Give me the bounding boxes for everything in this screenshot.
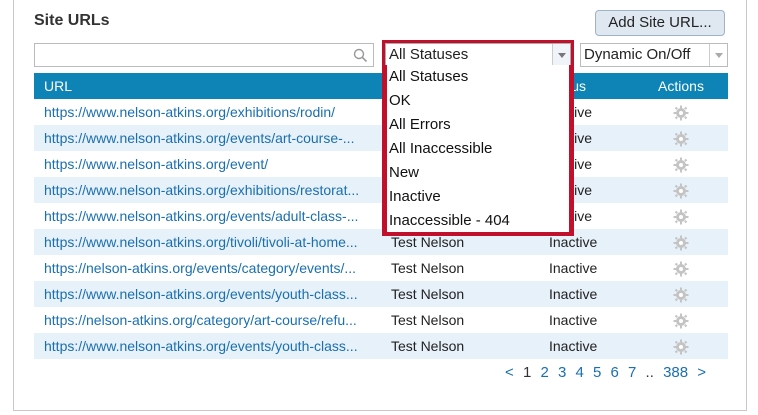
table-row: https://www.nelson-atkins.org/events/you… bbox=[34, 281, 728, 307]
status-cell: Inactive bbox=[549, 338, 598, 354]
owner-cell: Test Nelson bbox=[391, 260, 465, 276]
last-page-link[interactable]: 388 bbox=[663, 364, 688, 381]
table-row: https://www.nelson-atkins.org/events/art… bbox=[34, 125, 728, 151]
actions-cell bbox=[634, 99, 728, 125]
actions-cell bbox=[634, 307, 728, 333]
add-site-url-button[interactable]: Add Site URL... bbox=[595, 10, 725, 36]
status-cell: Inactive bbox=[549, 312, 598, 328]
page-link[interactable]: 4 bbox=[575, 364, 583, 381]
pagination: < 1 2 3 4 5 6 7 .. 388 > bbox=[505, 364, 711, 381]
chevron-down-icon[interactable] bbox=[709, 44, 727, 66]
gear-icon[interactable] bbox=[673, 131, 689, 147]
status-option[interactable]: All Inaccessible bbox=[387, 137, 569, 161]
owner-cell: Test Nelson bbox=[391, 312, 465, 328]
status-filter-select[interactable]: All Statuses bbox=[385, 43, 571, 67]
url-link[interactable]: https://www.nelson-atkins.org/events/art… bbox=[34, 125, 381, 151]
gear-icon[interactable] bbox=[673, 339, 689, 355]
table-row: https://www.nelson-atkins.org/events/adu… bbox=[34, 203, 728, 229]
actions-cell bbox=[634, 333, 728, 359]
status-option[interactable]: OK bbox=[387, 89, 569, 113]
url-link[interactable]: https://nelson-atkins.org/category/art-c… bbox=[34, 307, 381, 333]
gear-icon[interactable] bbox=[673, 235, 689, 251]
column-header-actions: Actions bbox=[658, 78, 704, 94]
column-header-url[interactable]: URL bbox=[34, 73, 381, 99]
page-link[interactable]: 3 bbox=[558, 364, 566, 381]
actions-cell bbox=[634, 151, 728, 177]
actions-cell bbox=[634, 125, 728, 151]
url-link[interactable]: https://www.nelson-atkins.org/exhibition… bbox=[34, 99, 381, 125]
url-link[interactable]: https://nelson-atkins.org/events/categor… bbox=[34, 255, 381, 281]
owner-cell: Test Nelson bbox=[391, 338, 465, 354]
gear-icon[interactable] bbox=[673, 261, 689, 277]
table-row: https://www.nelson-atkins.org/exhibition… bbox=[34, 99, 728, 125]
actions-cell bbox=[634, 255, 728, 281]
status-cell: Inactive bbox=[549, 286, 598, 302]
next-page-button[interactable]: > bbox=[697, 364, 706, 381]
table-row: https://nelson-atkins.org/events/categor… bbox=[34, 255, 728, 281]
gear-icon[interactable] bbox=[673, 209, 689, 225]
status-cell: Inactive bbox=[549, 260, 598, 276]
page-link[interactable]: 2 bbox=[540, 364, 548, 381]
status-option[interactable]: New bbox=[387, 161, 569, 185]
page-title: Site URLs bbox=[34, 12, 110, 29]
table-row: https://www.nelson-atkins.org/events/you… bbox=[34, 333, 728, 359]
actions-cell bbox=[634, 177, 728, 203]
gear-icon[interactable] bbox=[673, 157, 689, 173]
dynamic-filter-value: Dynamic On/Off bbox=[584, 46, 691, 63]
status-filter-value: All Statuses bbox=[389, 46, 469, 63]
actions-cell bbox=[634, 203, 728, 229]
table-row: https://www.nelson-atkins.org/exhibition… bbox=[34, 177, 728, 203]
dynamic-filter-select[interactable]: Dynamic On/Off bbox=[580, 43, 728, 67]
site-urls-table: URL us Actions https://www.nelson-atkins… bbox=[34, 73, 728, 359]
url-link[interactable]: https://www.nelson-atkins.org/events/adu… bbox=[34, 203, 381, 229]
gear-icon[interactable] bbox=[673, 105, 689, 121]
gear-icon[interactable] bbox=[673, 287, 689, 303]
search-input[interactable] bbox=[34, 43, 374, 67]
gear-icon[interactable] bbox=[673, 183, 689, 199]
status-option[interactable]: All Statuses bbox=[387, 65, 569, 89]
url-link[interactable]: https://www.nelson-atkins.org/tivoli/tiv… bbox=[34, 229, 381, 255]
table-row: https://www.nelson-atkins.org/event/ctiv… bbox=[34, 151, 728, 177]
page-link[interactable]: 5 bbox=[593, 364, 601, 381]
url-link[interactable]: https://www.nelson-atkins.org/event/ bbox=[34, 151, 381, 177]
gear-icon[interactable] bbox=[673, 313, 689, 329]
url-link[interactable]: https://www.nelson-atkins.org/events/you… bbox=[34, 281, 381, 307]
page-link[interactable]: 7 bbox=[628, 364, 636, 381]
search-icon bbox=[353, 48, 368, 63]
status-dropdown-list: All Statuses OK All Errors All Inaccessi… bbox=[384, 65, 572, 235]
actions-cell bbox=[634, 281, 728, 307]
url-link[interactable]: https://www.nelson-atkins.org/events/you… bbox=[34, 333, 381, 359]
chevron-down-icon[interactable] bbox=[552, 44, 570, 66]
actions-cell bbox=[634, 229, 728, 255]
table-row: https://nelson-atkins.org/category/art-c… bbox=[34, 307, 728, 333]
table-header-row: URL us Actions bbox=[34, 73, 728, 99]
current-page: 1 bbox=[522, 364, 532, 381]
pagination-ellipsis: .. bbox=[645, 364, 654, 381]
status-option[interactable]: Inactive bbox=[387, 185, 569, 209]
page-link[interactable]: 6 bbox=[611, 364, 619, 381]
owner-cell: Test Nelson bbox=[391, 286, 465, 302]
url-link[interactable]: https://www.nelson-atkins.org/exhibition… bbox=[34, 177, 381, 203]
status-option[interactable]: Inaccessible - 404 bbox=[387, 209, 569, 233]
table-row: https://www.nelson-atkins.org/tivoli/tiv… bbox=[34, 229, 728, 255]
status-option[interactable]: All Errors bbox=[387, 113, 569, 137]
prev-page-button[interactable]: < bbox=[505, 364, 514, 381]
